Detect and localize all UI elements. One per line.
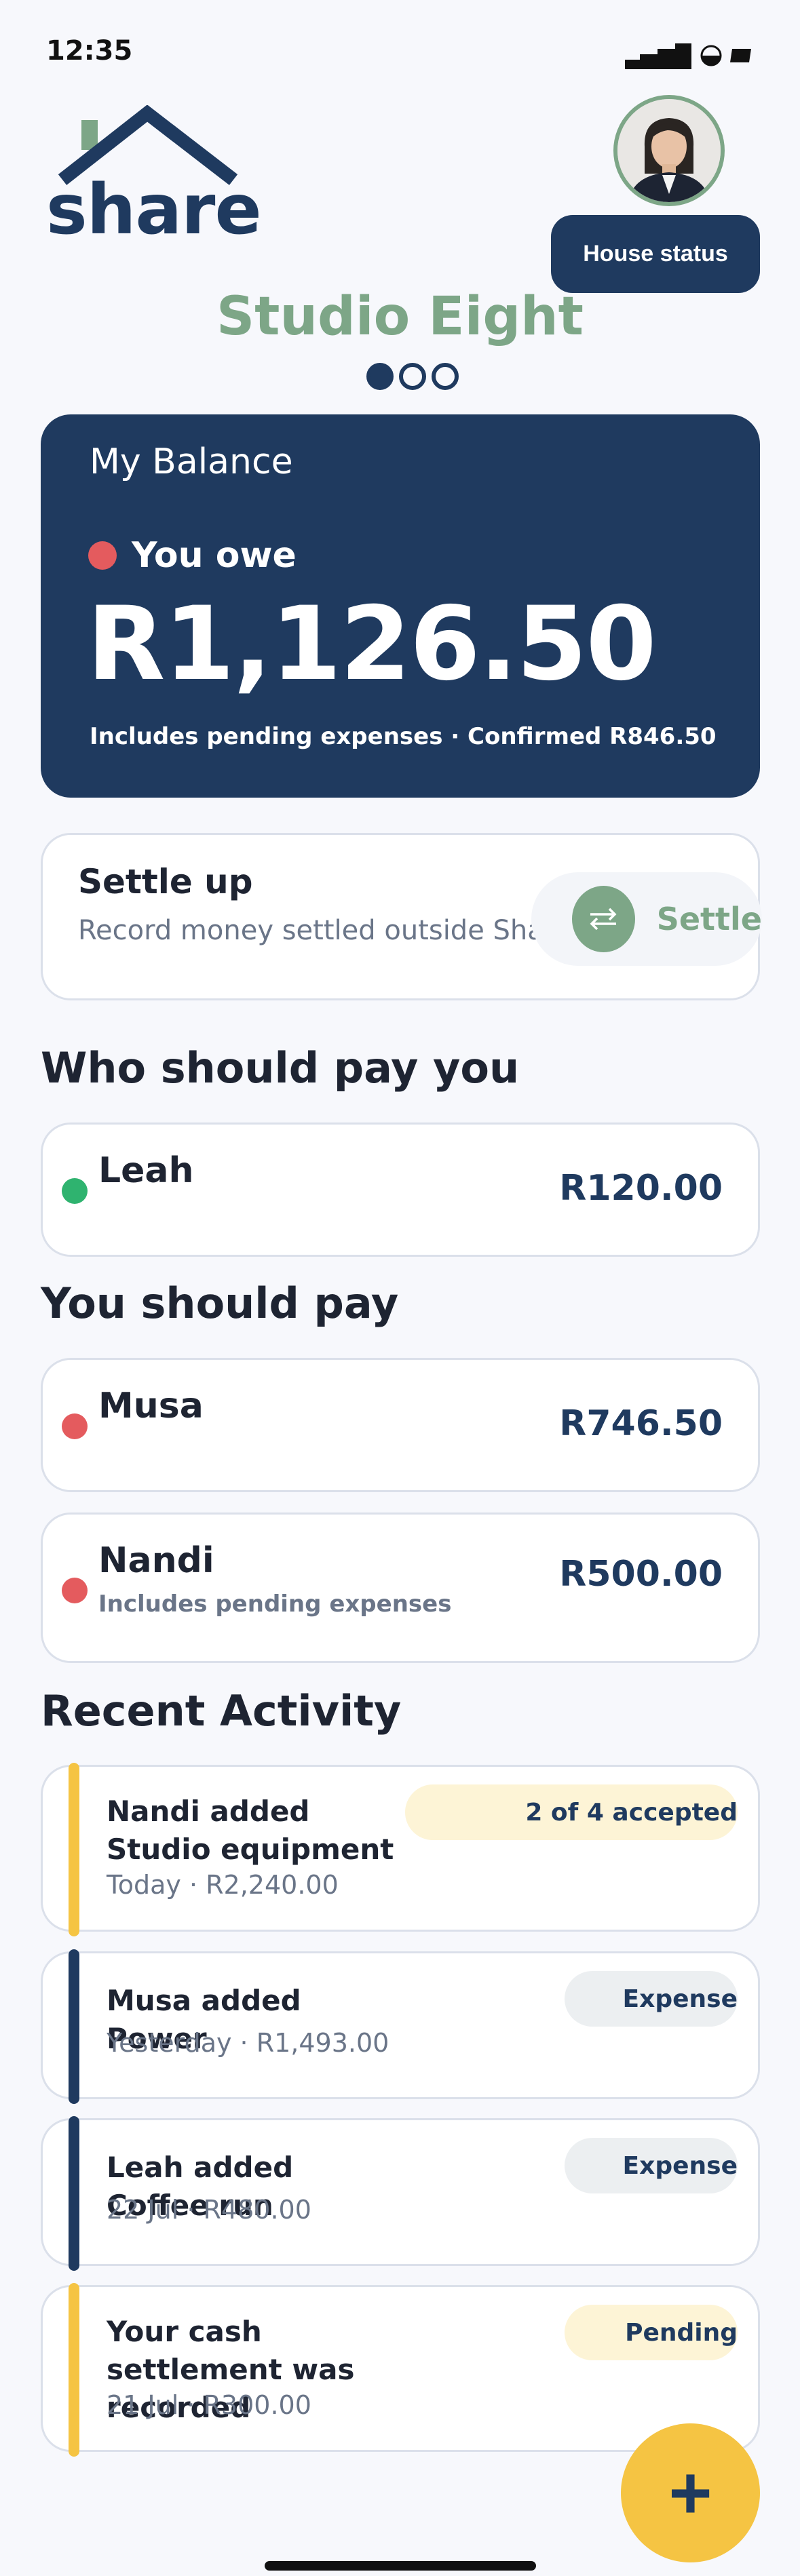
owe-label: You owe bbox=[132, 535, 297, 576]
activity-meta: Today · R2,240.00 bbox=[107, 1870, 339, 1900]
red-dot-icon bbox=[62, 1578, 88, 1603]
pager-dot-3[interactable] bbox=[432, 363, 459, 390]
activity-status-bar bbox=[69, 2116, 79, 2271]
balance-amount: R1,126.50 bbox=[87, 585, 657, 703]
activity-badge: Expense bbox=[565, 2138, 738, 2193]
settle-title: Settle up bbox=[78, 862, 253, 901]
house-status-button[interactable]: House status bbox=[551, 215, 760, 293]
you-pay-title: You should pay bbox=[41, 1279, 399, 1328]
activity-item[interactable]: Nandi added Studio equipment Today · R2,… bbox=[41, 1763, 760, 1936]
house-pager[interactable] bbox=[366, 363, 459, 390]
avatar-portrait bbox=[617, 99, 721, 202]
you-pay-item-nandi[interactable]: Nandi Includes pending expenses R500.00 bbox=[41, 1513, 760, 1663]
green-dot-icon bbox=[62, 1178, 88, 1204]
pager-dot-1[interactable] bbox=[366, 363, 394, 390]
status-time: 12:35 bbox=[46, 35, 133, 66]
app-logo: share bbox=[41, 105, 262, 251]
person-amount: R500.00 bbox=[559, 1554, 723, 1595]
house-name: Studio Eight bbox=[216, 286, 584, 347]
person-amount: R746.50 bbox=[559, 1403, 723, 1444]
activity-status-bar bbox=[69, 1763, 79, 1936]
balance-title: My Balance bbox=[90, 442, 293, 482]
red-dot-icon bbox=[62, 1413, 88, 1439]
activity-item[interactable]: Your cash settlement was recorded 21 Jul… bbox=[41, 2283, 760, 2457]
home-indicator bbox=[265, 2561, 536, 2571]
pay-you-title: Who should pay you bbox=[41, 1043, 520, 1093]
battery-icon bbox=[730, 49, 751, 62]
settle-up-card: Settle up Record money settled outside S… bbox=[41, 833, 762, 1000]
signal-icon bbox=[625, 43, 691, 69]
pager-dot-2[interactable] bbox=[399, 363, 426, 390]
balance-card: My Balance You owe R1,126.50 Includes pe… bbox=[41, 414, 760, 798]
wifi-icon bbox=[700, 45, 722, 66]
person-amount: R120.00 bbox=[559, 1168, 723, 1209]
owe-status: You owe bbox=[88, 535, 297, 576]
activity-badge: Expense bbox=[565, 1971, 738, 2027]
activity-meta: 22 Jul · R480.00 bbox=[107, 2195, 311, 2225]
logo-text: share bbox=[46, 170, 262, 250]
activity-badge: Pending bbox=[565, 2305, 738, 2360]
settle-button[interactable]: Settle bbox=[531, 872, 762, 966]
activity-meta: 21 Jul · R300.00 bbox=[107, 2390, 311, 2420]
user-avatar[interactable] bbox=[613, 95, 725, 206]
settle-subtitle: Record money settled outside Share. bbox=[78, 915, 580, 946]
swap-arrows-icon bbox=[572, 886, 635, 952]
activity-title: Recent Activity bbox=[41, 1686, 402, 1736]
person-name: Leah bbox=[98, 1150, 194, 1191]
person-note: Includes pending expenses bbox=[98, 1591, 452, 1618]
owe-dot-icon bbox=[88, 541, 117, 570]
person-name: Musa bbox=[98, 1386, 204, 1426]
balance-note: Includes pending expenses · Confirmed R8… bbox=[90, 723, 717, 750]
settle-button-label: Settle bbox=[656, 901, 762, 937]
activity-title-text: Nandi added Studio equipment bbox=[107, 1795, 394, 1866]
pay-you-item-leah[interactable]: Leah R120.00 bbox=[41, 1123, 760, 1257]
you-pay-item-musa[interactable]: Musa R746.50 bbox=[41, 1358, 760, 1492]
activity-status-bar bbox=[69, 1949, 79, 2104]
activity-status-bar bbox=[69, 2283, 79, 2457]
activity-item[interactable]: Leah added Coffee run 22 Jul · R480.00 E… bbox=[41, 2116, 760, 2271]
add-expense-button[interactable]: + bbox=[621, 2423, 760, 2562]
status-icons bbox=[625, 42, 753, 69]
activity-badge: 2 of 4 accepted bbox=[405, 1784, 738, 1840]
person-name: Nandi bbox=[98, 1540, 214, 1581]
activity-item[interactable]: Musa added Power Yesterday · R1,493.00 E… bbox=[41, 1949, 760, 2104]
activity-meta: Yesterday · R1,493.00 bbox=[107, 2028, 389, 2058]
